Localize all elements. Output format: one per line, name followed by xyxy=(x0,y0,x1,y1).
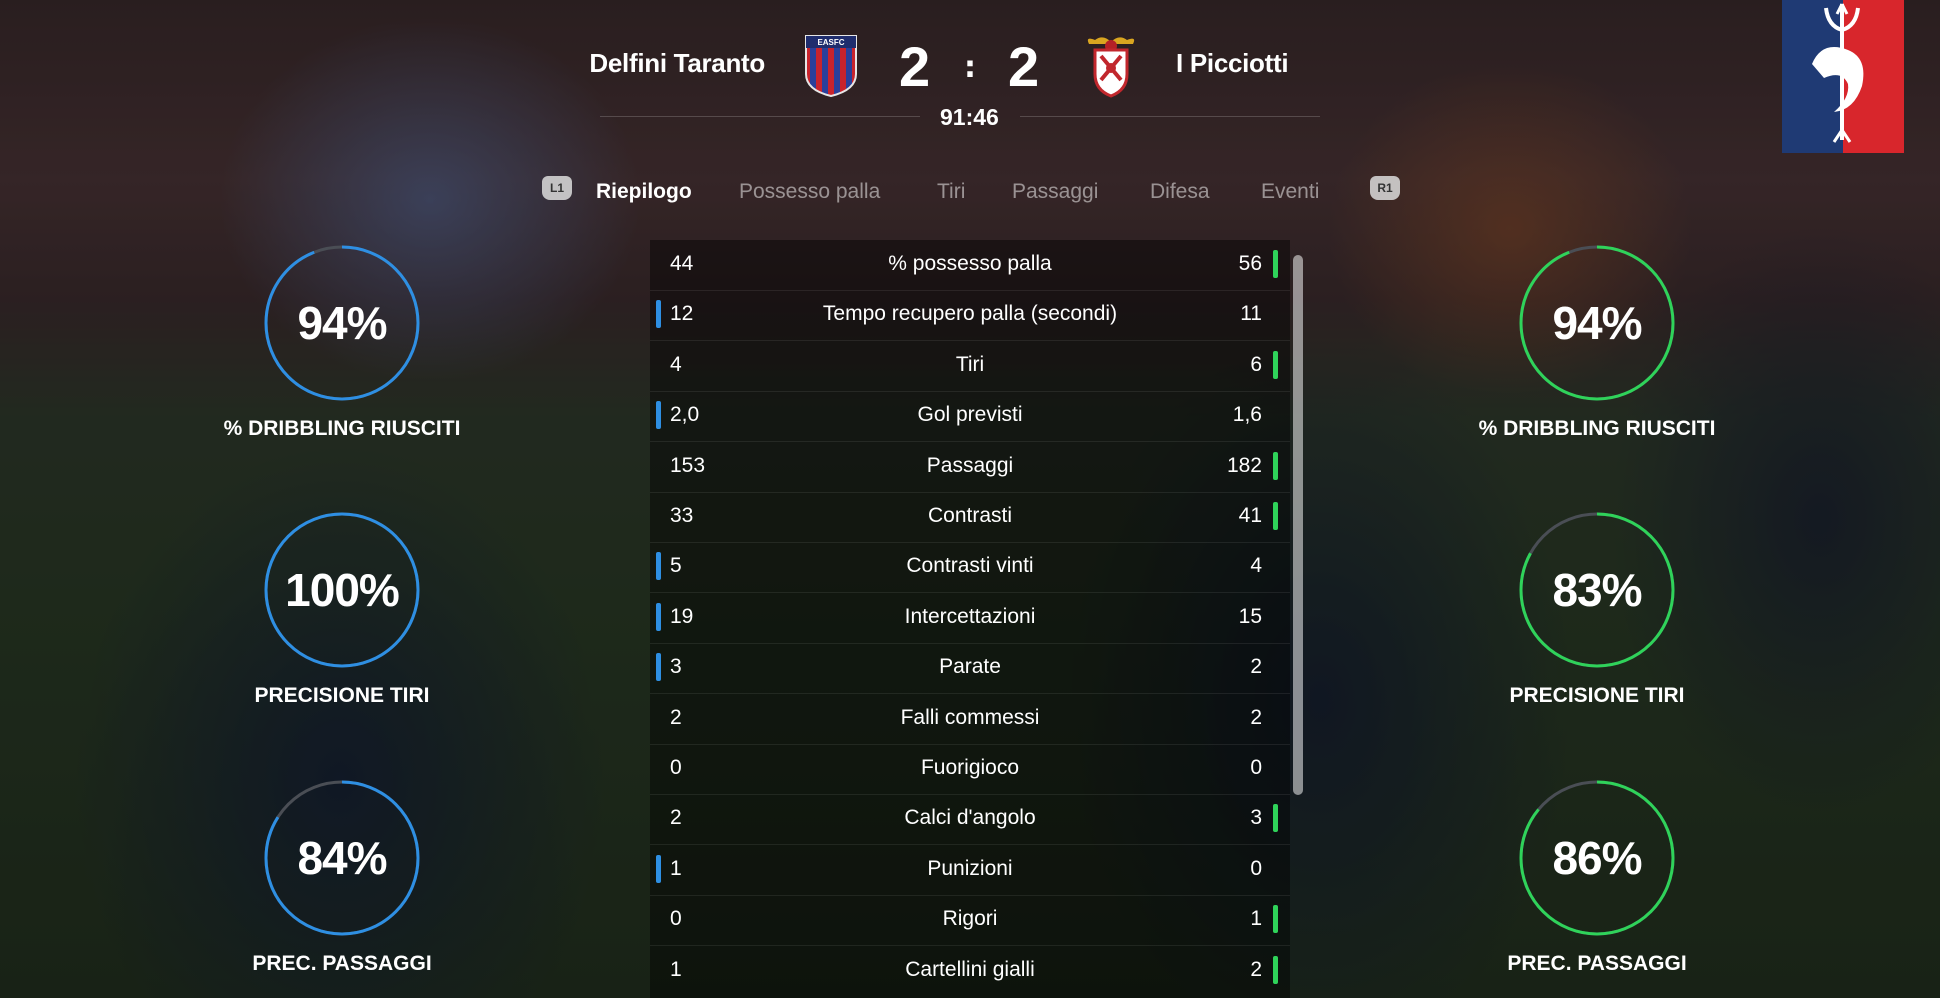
home-team-name: Delfini Taranto xyxy=(589,48,765,78)
stat-row: 0 Fuorigioco 0 xyxy=(650,744,1290,795)
stats-tabs: L1 Riepilogo Possesso palla Tiri Passagg… xyxy=(0,176,1940,206)
home-crest-icon: EASFC xyxy=(805,35,857,98)
stat-label: Contrasti xyxy=(927,504,1013,527)
divider-left xyxy=(600,116,920,117)
stat-ring: 94% % DRIBBLING RIUSCITI xyxy=(1467,243,1727,441)
ring-gauge: 100% xyxy=(262,510,422,670)
stat-away-value: 0 xyxy=(1250,756,1262,779)
stat-away-value: 2 xyxy=(1250,957,1262,981)
l1-button-hint[interactable]: L1 xyxy=(542,176,572,200)
divider-right xyxy=(1020,116,1320,117)
stat-row: 2 Falli commessi 2 xyxy=(650,694,1290,745)
tab-riepilogo[interactable]: Riepilogo xyxy=(596,180,692,204)
stat-away-value: 182 xyxy=(1226,453,1262,477)
tab-difesa[interactable]: Difesa xyxy=(1150,180,1210,204)
ring-gauge: 83% xyxy=(1517,510,1677,670)
r1-button-hint[interactable]: R1 xyxy=(1370,176,1400,200)
ring-value: 94% xyxy=(297,297,387,349)
tab-possesso-palla[interactable]: Possesso palla xyxy=(739,180,880,204)
ring-value: 94% xyxy=(1552,297,1642,349)
ring-value: 84% xyxy=(297,832,387,884)
stat-label: % possesso palla xyxy=(888,252,1052,275)
stat-row: 44% possesso palla 56 xyxy=(650,240,1290,291)
stat-label: Gol previsti xyxy=(917,403,1023,427)
ring-label: PREC. PASSAGGI xyxy=(1507,952,1687,975)
stat-row: 153 Passaggi 182 xyxy=(650,442,1290,493)
stat-label: Fuorigioco xyxy=(920,756,1020,779)
stat-ring: 84% PREC. PASSAGGI xyxy=(212,778,472,976)
stat-label: Cartellini gialli xyxy=(905,957,1035,981)
ring-value: 83% xyxy=(1552,564,1642,616)
stat-label: Contrasti vinti xyxy=(906,554,1034,578)
home-crest-text: EASFC xyxy=(817,38,844,47)
stat-away-value: 15 xyxy=(1238,604,1262,628)
ring-value: 100% xyxy=(285,564,400,616)
stat-label: Falli commessi xyxy=(900,705,1040,729)
stats-scrollbar[interactable] xyxy=(1293,255,1303,795)
tab-eventi[interactable]: Eventi xyxy=(1261,180,1319,204)
stat-away-value: 6 xyxy=(1250,352,1262,376)
stat-row: 2,0 Gol previsti 1,6 xyxy=(650,391,1290,443)
score-separator: : xyxy=(964,50,976,85)
stat-row: 1 Punizioni 0 xyxy=(650,845,1290,896)
ring-gauge: 84% xyxy=(262,778,422,938)
stat-away-value: 11 xyxy=(1240,302,1262,326)
stat-row: 0 Rigori 1 xyxy=(650,895,1290,947)
ring-label: PRECISIONE TIRI xyxy=(254,684,430,707)
stat-label: Tiri xyxy=(955,352,985,376)
ring-gauge: 94% xyxy=(262,243,422,403)
tab-tiri[interactable]: Tiri xyxy=(937,180,965,204)
ring-label: % DRIBBLING RIUSCITI xyxy=(223,417,461,440)
stat-label: Punizioni xyxy=(927,856,1013,880)
stat-ring: 94% % DRIBBLING RIUSCITI xyxy=(212,243,472,441)
stat-label: Intercettazioni xyxy=(904,604,1036,628)
ring-label: % DRIBBLING RIUSCITI xyxy=(1478,417,1716,440)
away-team-name: I Picciotti xyxy=(1176,48,1289,78)
away-score: 2 xyxy=(1008,35,1040,98)
stat-ring: 86% PREC. PASSAGGI xyxy=(1467,778,1727,976)
stat-away-value: 1 xyxy=(1250,907,1262,931)
stat-label: Tempo recupero palla (secondi) xyxy=(822,302,1118,326)
stat-label: Parate xyxy=(939,655,1001,679)
stat-away-value: 1,6 xyxy=(1232,403,1262,427)
stat-row: 1 Cartellini gialli 2 xyxy=(650,946,1290,996)
stat-row: 4 Tiri 6 xyxy=(650,341,1290,392)
stat-ring: 100% PRECISIONE TIRI xyxy=(212,510,472,708)
stat-ring: 83% PRECISIONE TIRI xyxy=(1467,510,1727,708)
tab-passaggi[interactable]: Passaggi xyxy=(1012,180,1098,204)
away-crest-icon xyxy=(1087,37,1135,98)
ring-label: PREC. PASSAGGI xyxy=(252,952,432,975)
stat-row: 33 Contrasti 41 xyxy=(650,492,1290,543)
stat-row: 5 Contrasti vinti 4 xyxy=(650,542,1290,594)
scoreboard: Delfini Taranto EASFC 2 : 2 I Picciotti … xyxy=(0,0,1940,130)
ring-gauge: 94% xyxy=(1517,243,1677,403)
home-score: 2 xyxy=(899,35,931,98)
stat-away-value: 41 xyxy=(1238,504,1262,527)
ring-value: 86% xyxy=(1552,832,1642,884)
stat-away-value: 4 xyxy=(1250,554,1262,578)
stat-row: 3 Parate 2 xyxy=(650,643,1290,695)
stat-away-value: 0 xyxy=(1250,856,1262,880)
stat-row: 2 Calci d'angolo 3 xyxy=(650,794,1290,846)
stat-label: Passaggi xyxy=(926,453,1014,477)
stat-row: 12 Tempo recupero palla (secondi) 11 xyxy=(650,290,1290,342)
stat-away-value: 2 xyxy=(1250,655,1262,679)
club-logo-icon xyxy=(1782,0,1904,153)
stats-scrollbar-thumb[interactable] xyxy=(1293,255,1303,795)
ring-label: PRECISIONE TIRI xyxy=(1509,684,1685,707)
stats-table: 44% possesso palla 56 12 Tempo recupero pal… xyxy=(650,240,1290,998)
match-clock: 91:46 xyxy=(940,104,999,130)
stat-away-value: 3 xyxy=(1250,806,1262,830)
ring-gauge: 86% xyxy=(1517,778,1677,938)
stat-away-value: 2 xyxy=(1250,705,1262,729)
stat-away-value: 56 xyxy=(1238,252,1262,275)
stat-label: Rigori xyxy=(942,907,998,931)
stat-row: 19 Intercettazioni 15 xyxy=(650,593,1290,644)
stat-label: Calci d'angolo xyxy=(904,806,1036,830)
